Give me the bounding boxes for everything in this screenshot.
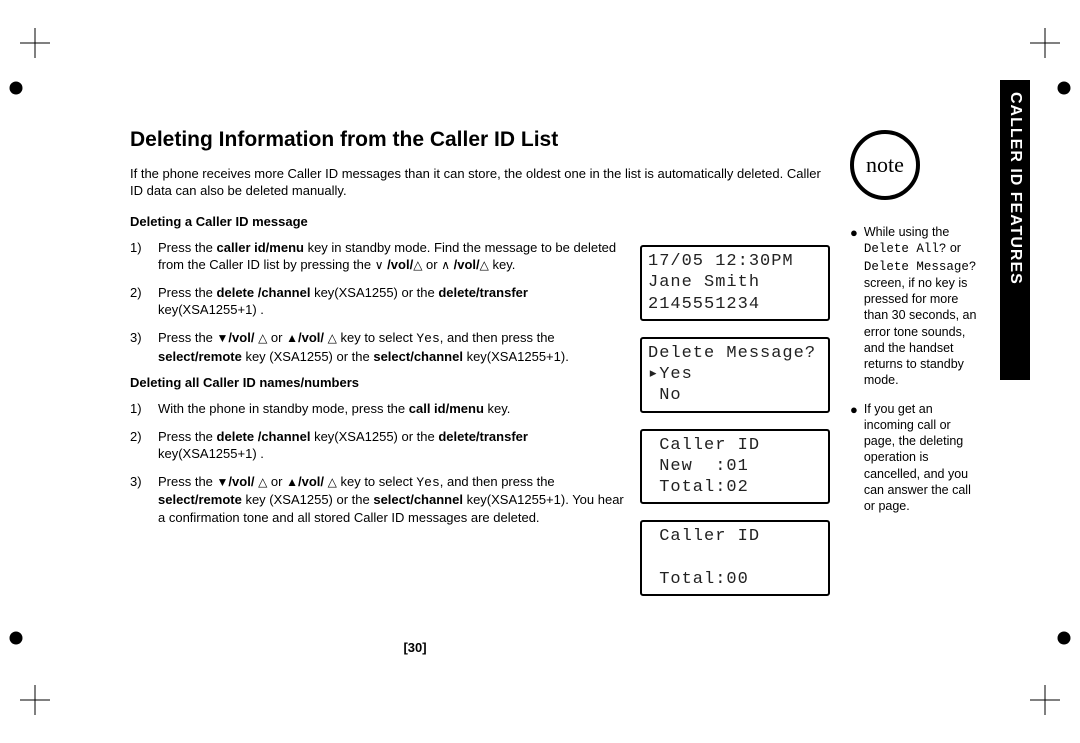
note-text: If you get an incoming call or page, the… <box>864 401 980 515</box>
lcd-screen-4: Caller ID Total:00 <box>640 520 830 596</box>
page-number: [30] <box>0 640 830 655</box>
note-item: ●If you get an incoming call or page, th… <box>850 401 980 515</box>
step-text: Press the delete /channel key(XSA1255) o… <box>158 284 630 319</box>
bullet-icon: ● <box>850 403 858 515</box>
lcd-screen-1: 17/05 12:30PM Jane Smith 2145551234 <box>640 245 830 321</box>
instruction-step: 3)Press the ▼/vol/ △ or ▲/vol/ △ key to … <box>130 329 630 365</box>
note-text: While using the Delete All? or Delete Me… <box>864 224 980 389</box>
step-number: 2) <box>130 428 158 463</box>
instruction-step: 1)With the phone in standby mode, press … <box>130 400 630 418</box>
lcd-screen-3: Caller ID New :01 Total:02 <box>640 429 830 505</box>
intro-text: If the phone receives more Caller ID mes… <box>130 166 830 200</box>
step-text: Press the ▼/vol/ △ or ▲/vol/ △ key to se… <box>158 473 630 527</box>
instruction-step: 3)Press the ▼/vol/ △ or ▲/vol/ △ key to … <box>130 473 630 527</box>
instruction-step: 1)Press the caller id/menu key in standb… <box>130 239 630 274</box>
instruction-step: 2)Press the delete /channel key(XSA1255)… <box>130 428 630 463</box>
note-item: ●While using the Delete All? or Delete M… <box>850 224 980 389</box>
step-text: Press the caller id/menu key in standby … <box>158 239 630 274</box>
section-b-steps: 1)With the phone in standby mode, press … <box>130 400 630 526</box>
section-a-steps: 1)Press the caller id/menu key in standb… <box>130 239 630 365</box>
step-number: 2) <box>130 284 158 319</box>
note-badge: note <box>850 130 920 200</box>
note-list: ●While using the Delete All? or Delete M… <box>850 224 980 514</box>
step-text: Press the delete /channel key(XSA1255) o… <box>158 428 630 463</box>
instruction-step: 2)Press the delete /channel key(XSA1255)… <box>130 284 630 319</box>
step-number: 1) <box>130 400 158 418</box>
step-text: With the phone in standby mode, press th… <box>158 400 630 418</box>
section-b-heading: Deleting all Caller ID names/numbers <box>130 375 630 390</box>
step-text: Press the ▼/vol/ △ or ▲/vol/ △ key to se… <box>158 329 630 365</box>
page-title: Deleting Information from the Caller ID … <box>130 128 830 152</box>
section-a-heading: Deleting a Caller ID message <box>130 214 630 229</box>
step-number: 3) <box>130 329 158 365</box>
step-number: 3) <box>130 473 158 527</box>
lcd-screen-2: Delete Message? ▸Yes No <box>640 337 830 413</box>
step-number: 1) <box>130 239 158 274</box>
section-tab: CALLER ID FEATURES <box>1000 80 1030 380</box>
lcd-screens: 17/05 12:30PM Jane Smith 2145551234 Dele… <box>640 245 830 596</box>
bullet-icon: ● <box>850 226 858 389</box>
